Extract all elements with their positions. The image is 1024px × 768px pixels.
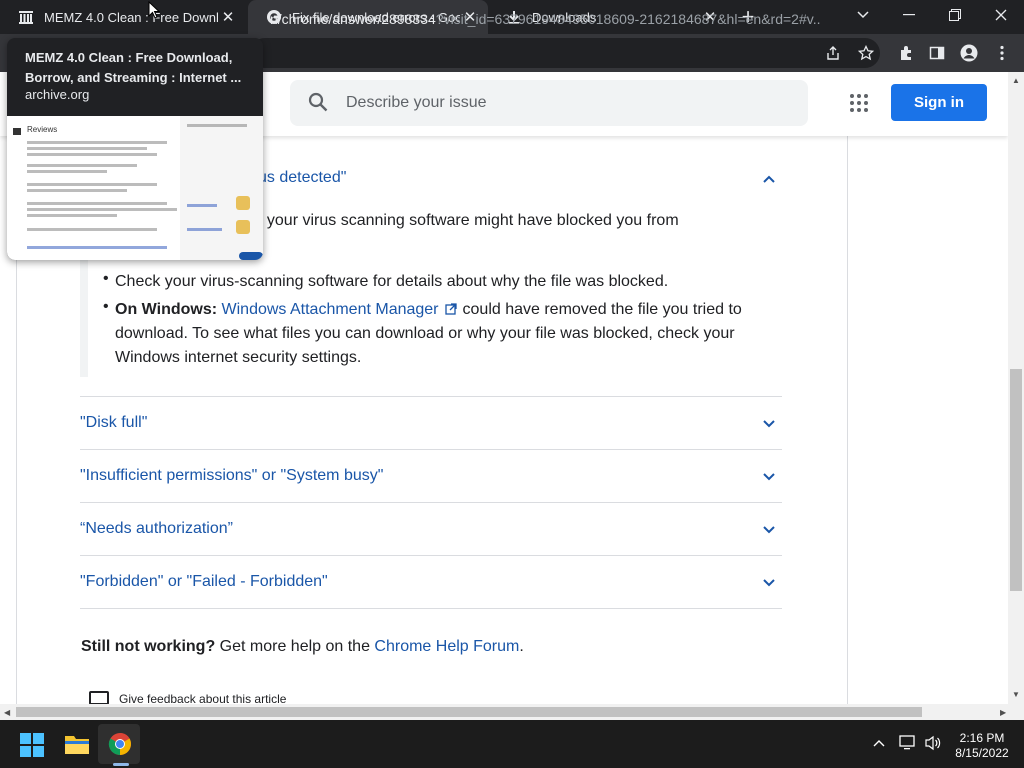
menu-kebab-icon[interactable]	[991, 42, 1013, 64]
scroll-up-arrow-icon[interactable]: ▲	[1012, 76, 1020, 85]
tab-hover-card: MEMZ 4.0 Clean : Free Download, Borrow, …	[7, 38, 263, 260]
preview-sidebar	[180, 116, 263, 260]
clock-date: 8/15/2022	[955, 746, 1009, 760]
bookmark-star-icon[interactable]	[855, 42, 877, 64]
search-placeholder: Describe your issue	[346, 94, 487, 111]
hover-card-domain: archive.org	[25, 87, 90, 102]
chevron-down-icon[interactable]	[762, 417, 776, 431]
share-icon[interactable]	[822, 42, 844, 64]
chrome-help-forum-link[interactable]: Chrome Help Forum	[374, 638, 519, 655]
vertical-scroll-thumb[interactable]	[1010, 369, 1022, 591]
accordion-disk-full[interactable]: "Disk full"	[80, 414, 147, 432]
address-bar[interactable]	[250, 38, 880, 68]
taskbar-clock[interactable]: 2:16 PM 8/15/2022	[950, 731, 1014, 761]
file-explorer-icon[interactable]	[64, 733, 90, 760]
comment-icon	[13, 128, 21, 135]
side-panel-icon[interactable]	[926, 42, 948, 64]
divider	[80, 396, 782, 397]
divider	[80, 449, 782, 450]
accordion-needs-authorization[interactable]: “Needs authorization”	[80, 520, 233, 538]
callout-bar	[80, 245, 88, 377]
chrome-icon[interactable]	[108, 732, 132, 761]
preview-reviews-heading: Reviews	[27, 125, 58, 134]
scroll-right-arrow-icon[interactable]: ▶	[1000, 708, 1006, 717]
bullet-on-windows: On Windows: Windows Attachment Manager co…	[115, 301, 742, 318]
bullet-on-windows-line3: Windows internet security settings.	[115, 349, 362, 366]
feedback-icon[interactable]	[89, 691, 109, 704]
restore-icon[interactable]	[932, 0, 978, 30]
tab-search-chevron-icon[interactable]	[840, 0, 886, 30]
divider	[80, 502, 782, 503]
close-window-icon[interactable]	[978, 0, 1024, 30]
mouse-cursor-icon	[148, 1, 160, 19]
archive-org-icon	[18, 9, 34, 25]
profile-icon[interactable]	[958, 42, 980, 64]
external-link-icon	[444, 303, 457, 315]
divider	[80, 608, 782, 609]
close-icon[interactable]: ✕	[218, 7, 238, 27]
active-app-indicator	[113, 763, 129, 766]
google-apps-icon[interactable]	[850, 94, 868, 112]
url-text[interactable]: n/chrome/answer/2898334?visit_id=6379619…	[270, 11, 820, 27]
search-icon	[308, 92, 328, 117]
clock-time: 2:16 PM	[959, 731, 1005, 745]
feedback-link[interactable]: Give feedback about this article	[119, 692, 286, 704]
accordion-intro-text: t your virus scanning software might hav…	[258, 212, 679, 229]
tab-memz[interactable]: MEMZ 4.0 Clean : Free Download, Borrow, …	[0, 0, 246, 34]
bullet-check-software: Check your virus-scanning software for d…	[115, 273, 669, 290]
windows-attachment-manager-link[interactable]: Windows Attachment Manager	[222, 301, 439, 318]
windows-taskbar	[0, 720, 1024, 768]
horizontal-scroll-thumb[interactable]	[16, 707, 922, 717]
volume-icon[interactable]	[924, 735, 942, 754]
chevron-down-icon[interactable]	[762, 576, 776, 590]
chevron-down-icon[interactable]	[762, 523, 776, 537]
scroll-down-arrow-icon[interactable]: ▼	[1012, 690, 1020, 699]
bullet-on-windows-line2: download. To see what files you can down…	[115, 325, 735, 342]
divider	[80, 555, 782, 556]
extensions-icon[interactable]	[895, 42, 917, 64]
sign-in-button[interactable]: Sign in	[891, 84, 987, 121]
minimize-icon[interactable]	[886, 0, 932, 30]
bullet-dot: •	[103, 270, 109, 287]
search-input[interactable]: Describe your issue	[290, 80, 808, 126]
show-hidden-icons-chevron-icon[interactable]	[873, 736, 885, 750]
accordion-forbidden[interactable]: "Forbidden" or "Failed - Forbidden"	[80, 573, 328, 591]
bullet-dot: •	[103, 298, 109, 315]
hover-card-title: MEMZ 4.0 Clean : Free Download, Borrow, …	[25, 50, 242, 85]
still-not-working-text: Still not working? Get more help on the …	[81, 638, 524, 655]
chevron-down-icon[interactable]	[762, 470, 776, 484]
chevron-up-icon[interactable]	[762, 172, 776, 186]
accordion-virus-detected-title[interactable]: us detected"	[258, 169, 346, 187]
tab-title: MEMZ 4.0 Clean : Free Download, Borrow, …	[44, 9, 218, 25]
scroll-left-arrow-icon[interactable]: ◀	[4, 708, 10, 717]
hover-card-preview: Reviews IN COLLECTIONS	[7, 116, 263, 260]
windows-start-icon[interactable]	[20, 733, 44, 762]
network-icon[interactable]	[899, 735, 917, 754]
preview-help-button	[239, 252, 263, 260]
accordion-insufficient-permissions[interactable]: "Insufficient permissions" or "System bu…	[80, 467, 383, 485]
